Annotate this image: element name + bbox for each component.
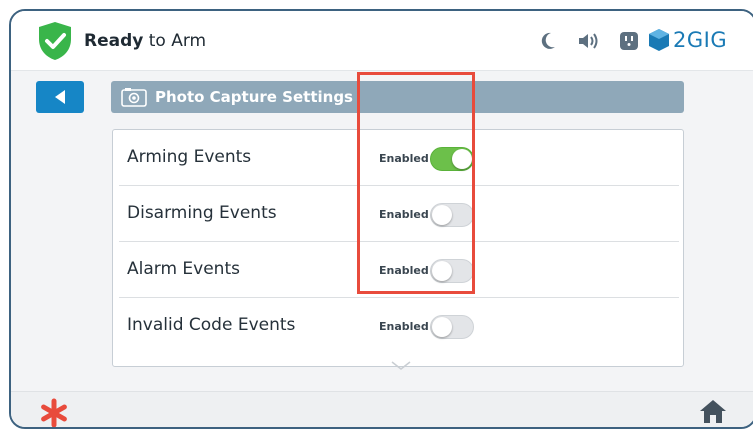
status-state-rest: to Arm (143, 31, 207, 51)
emergency-asterisk-icon[interactable] (39, 398, 69, 428)
setting-state: Enabled (379, 208, 429, 221)
main-content: Photo Capture Settings Arming Events Ena… (11, 71, 753, 391)
list-item[interactable]: Alarm Events Enabled (119, 242, 679, 298)
setting-state: Enabled (379, 320, 429, 333)
setting-label: Alarm Events (127, 259, 240, 279)
list-item[interactable]: Invalid Code Events Enabled (119, 298, 679, 354)
toggle-knob (432, 205, 452, 225)
brand-icon (649, 29, 669, 51)
status-bar: Ready to Arm 2GIG (11, 11, 753, 71)
back-button[interactable] (36, 81, 84, 113)
setting-label: Invalid Code Events (127, 315, 296, 335)
back-arrow-icon (55, 90, 65, 104)
toggle-knob (432, 261, 452, 281)
page-title-bar: Photo Capture Settings (111, 81, 684, 113)
system-status[interactable]: Ready to Arm (84, 31, 206, 51)
toggle-knob (432, 317, 452, 337)
settings-list: Arming Events Enabled Disarming Events E… (112, 129, 684, 370)
setting-state: Enabled (379, 264, 429, 277)
toggle-switch[interactable] (430, 147, 474, 171)
shield-check-icon[interactable] (37, 21, 73, 61)
setting-state: Enabled (379, 152, 429, 165)
camera-icon (121, 87, 147, 107)
moon-icon[interactable] (539, 31, 557, 51)
setting-label: Disarming Events (127, 203, 277, 223)
toggle-switch[interactable] (430, 203, 474, 227)
brand-name: 2GIG (673, 28, 728, 52)
scroll-down-chevron-icon[interactable] (391, 361, 411, 371)
list-item[interactable]: Arming Events Enabled (119, 130, 679, 186)
toggle-switch[interactable] (430, 259, 474, 283)
setting-label: Arming Events (127, 147, 252, 167)
toggle-knob (452, 149, 472, 169)
panel-frame: Ready to Arm 2GIG Photo Capture Settings… (9, 9, 753, 429)
status-icons (539, 26, 639, 56)
list-item[interactable]: Disarming Events Enabled (119, 186, 679, 242)
speaker-icon[interactable] (577, 31, 599, 51)
brand-logo: 2GIG (648, 25, 727, 55)
home-icon[interactable] (699, 398, 727, 424)
page-title: Photo Capture Settings (155, 88, 353, 106)
outlet-icon[interactable] (619, 31, 639, 51)
toggle-switch[interactable] (430, 315, 474, 339)
status-state-bold: Ready (84, 31, 144, 51)
bottom-bar (11, 391, 753, 428)
